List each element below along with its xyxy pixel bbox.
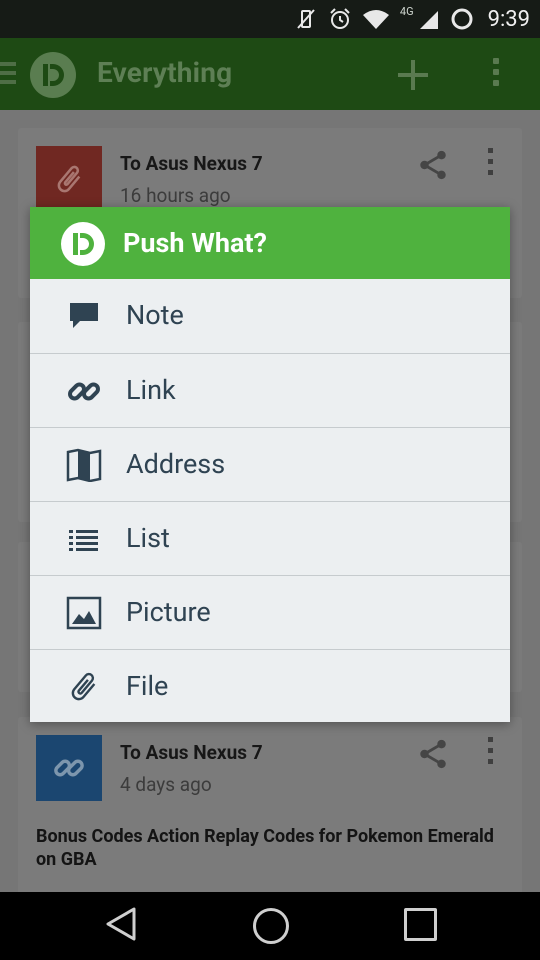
card-time: 16 hours ago [120,184,231,207]
option-label: Address [126,448,226,480]
app-title: Everything [97,56,233,89]
wifi-icon [362,10,389,29]
battery-circle-icon [451,8,473,30]
picture-icon [66,596,102,630]
status-bar: 4G 9:39 [0,0,540,38]
home-icon[interactable] [253,908,289,944]
share-icon[interactable] [416,737,450,771]
add-push-button[interactable] [398,60,428,90]
map-icon [66,448,102,482]
recent-apps-icon[interactable] [404,908,437,941]
cell-signal-icon [419,11,438,29]
card-time: 4 days ago [120,773,212,796]
back-icon[interactable] [104,906,140,942]
option-label: File [126,670,169,702]
option-label: Picture [126,596,211,628]
status-time: 9:39 [487,6,530,32]
alarm-icon [330,8,350,29]
option-picture[interactable]: Picture [30,575,510,649]
card-target: To Asus Nexus 7 [120,152,263,175]
card-more-button[interactable] [488,737,494,767]
option-label: Link [126,374,176,406]
push-card[interactable]: To Asus Nexus 7 4 days ago Bonus Codes A… [18,717,522,892]
link-icon [68,382,100,401]
note-icon [70,303,98,328]
option-file[interactable]: File [30,649,510,723]
status-icons: 4G 9:39 [294,0,530,38]
network-type-label: 4G [399,4,414,18]
pushbullet-logo-icon [30,52,76,98]
overflow-menu-button[interactable] [493,58,501,90]
card-more-button[interactable] [488,148,494,178]
menu-icon[interactable] [0,62,18,84]
option-link[interactable]: Link [30,353,510,427]
paperclip-icon [71,672,96,701]
share-icon[interactable] [416,148,450,182]
card-thumbnail [36,146,102,212]
app-bar: Everything [0,38,540,110]
option-list[interactable]: List [30,501,510,575]
card-thumbnail [36,735,102,801]
option-address[interactable]: Address [30,427,510,501]
navigation-bar [0,892,540,960]
dialog-header: Push What? [30,207,510,279]
vibrate-off-icon [297,9,315,29]
card-body: Bonus Codes Action Replay Codes for Poke… [36,826,494,870]
card-target: To Asus Nexus 7 [120,741,263,764]
push-what-dialog: Push What? Note Link Address List Pictur… [30,207,510,722]
option-note[interactable]: Note [30,279,510,353]
link-icon [54,759,84,777]
option-label: List [126,522,170,554]
dialog-title: Push What? [123,227,267,259]
option-label: Note [126,299,184,331]
paperclip-icon [57,165,81,193]
pushbullet-logo-icon [61,222,105,266]
list-icon [69,530,98,551]
